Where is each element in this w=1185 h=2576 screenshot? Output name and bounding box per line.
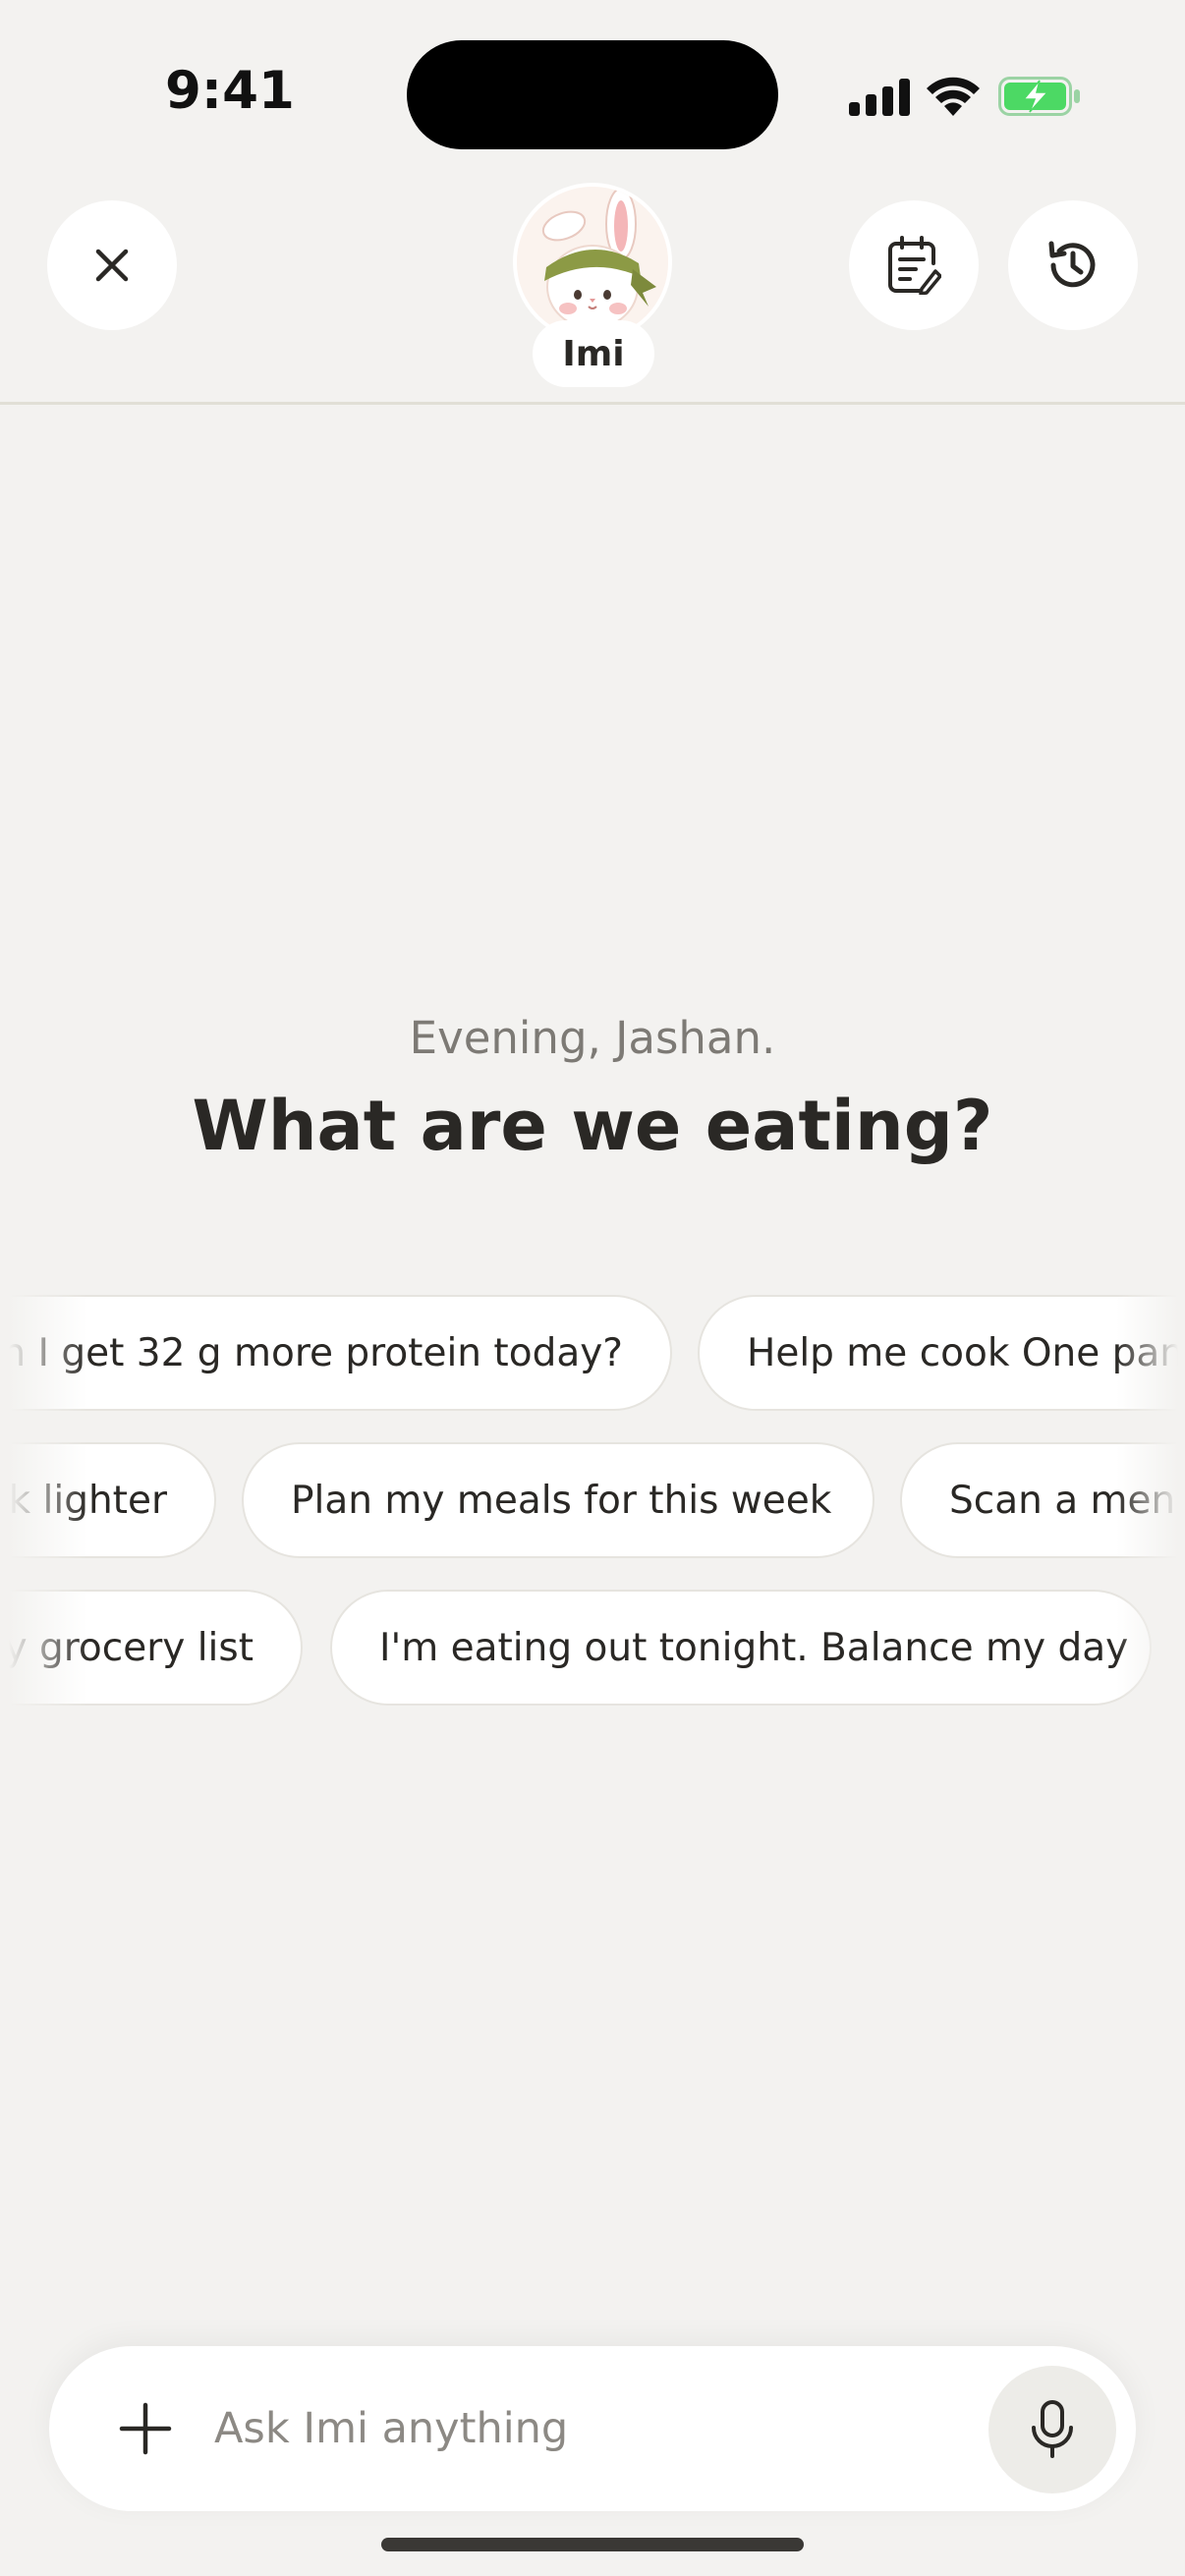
suggestion-row-2: Make my week lighter Plan my meals for t…	[0, 1442, 1185, 1558]
notes-button[interactable]	[849, 200, 979, 330]
suggestion-chip-label: Can I get 32 g more protein today?	[0, 1330, 623, 1375]
suggestion-chip[interactable]: Scan a menu	[900, 1442, 1185, 1558]
close-button[interactable]	[47, 200, 177, 330]
cellular-signal-icon	[849, 79, 910, 116]
message-composer	[49, 2346, 1136, 2511]
bunny-chef-avatar	[517, 187, 668, 338]
greeting-title: What are we eating?	[192, 1086, 993, 1166]
suggestion-chip-label: Plan my meals for this week	[291, 1478, 832, 1523]
suggestion-chip-label: Scan a menu	[949, 1478, 1185, 1523]
history-icon	[1048, 241, 1096, 288]
suggestion-row-3: Build my grocery list I'm eating out ton…	[0, 1590, 1185, 1706]
plus-icon	[119, 2402, 172, 2455]
suggestion-chip-label: Build my grocery list	[0, 1625, 254, 1670]
home-indicator	[381, 2538, 804, 2551]
history-button[interactable]	[1008, 200, 1138, 330]
battery-charging-icon	[998, 77, 1080, 116]
suggestion-row-1: Can I get 32 g more protein today? Help …	[0, 1295, 1185, 1411]
chat-home-screen: 9:41 Imi Evening, Jashan. What are we ea…	[0, 0, 1185, 2576]
status-time: 9:41	[165, 61, 295, 121]
suggestion-chip[interactable]: Build my grocery list	[0, 1590, 303, 1706]
assistant-avatar[interactable]	[513, 183, 672, 342]
dynamic-island	[407, 40, 778, 149]
ask-input[interactable]	[214, 2385, 961, 2472]
suggestion-chip[interactable]: Make my week lighter	[0, 1442, 216, 1558]
microphone-button[interactable]	[988, 2366, 1116, 2493]
close-icon	[95, 249, 129, 282]
suggestion-chip[interactable]: Can I get 32 g more protein today?	[0, 1295, 672, 1411]
suggestion-chip[interactable]: Plan my meals for this week	[242, 1442, 875, 1558]
assistant-name-label: Imi	[533, 320, 654, 387]
suggestion-chip-label: Make my week lighter	[0, 1478, 167, 1523]
microphone-icon	[1032, 2400, 1073, 2458]
suggestion-chip-label: I'm eating out tonight. Balance my day	[379, 1625, 1129, 1670]
greeting-subtitle: Evening, Jashan.	[409, 1012, 776, 1064]
wifi-icon	[927, 77, 980, 116]
suggestion-chip[interactable]: Help me cook One pan	[698, 1295, 1185, 1411]
notes-edit-icon	[888, 236, 941, 295]
header-divider	[0, 402, 1185, 405]
add-attachment-button[interactable]	[104, 2387, 187, 2470]
suggestion-chip-label: Help me cook One pan	[747, 1330, 1185, 1375]
suggestion-chip[interactable]: I'm eating out tonight. Balance my day	[330, 1590, 1152, 1706]
